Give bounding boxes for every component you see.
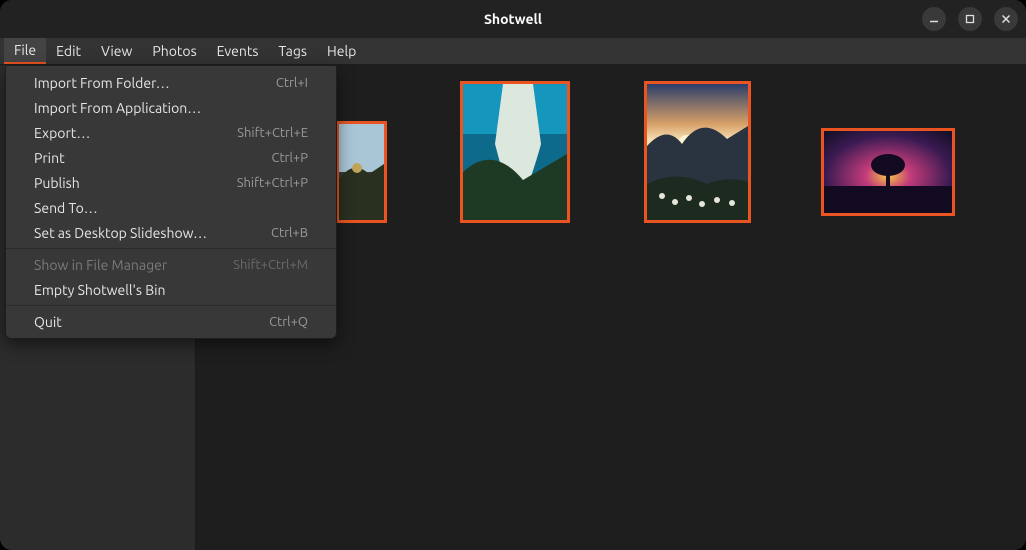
- window-controls: [922, 7, 1018, 31]
- menu-edit[interactable]: Edit: [46, 38, 91, 64]
- menu-item-shortcut: Shift+Ctrl+M: [233, 258, 308, 272]
- menu-set-slideshow[interactable]: Set as Desktop Slideshow… Ctrl+B: [6, 220, 336, 245]
- menu-item-label: Send To…: [34, 200, 98, 216]
- menu-item-label: Import From Folder…: [34, 75, 170, 91]
- menu-import-folder[interactable]: Import From Folder… Ctrl+I: [6, 70, 336, 95]
- maximize-icon: [965, 14, 975, 24]
- menu-empty-bin[interactable]: Empty Shotwell's Bin: [6, 277, 336, 302]
- menu-item-label: Export…: [34, 125, 90, 141]
- menu-import-application[interactable]: Import From Application…: [6, 95, 336, 120]
- menu-item-shortcut: Ctrl+Q: [269, 315, 308, 329]
- menu-item-shortcut: Ctrl+I: [276, 76, 308, 90]
- menu-quit[interactable]: Quit Ctrl+Q: [6, 309, 336, 334]
- photo-thumbnail[interactable]: [460, 81, 570, 223]
- menu-item-label: Print: [34, 150, 65, 166]
- menu-photos[interactable]: Photos: [142, 38, 206, 64]
- menu-send-to[interactable]: Send To…: [6, 195, 336, 220]
- menu-item-label: Publish: [34, 175, 80, 191]
- file-menu-dropdown: Import From Folder… Ctrl+I Import From A…: [5, 65, 337, 339]
- menu-print[interactable]: Print Ctrl+P: [6, 145, 336, 170]
- minimize-button[interactable]: [922, 7, 946, 31]
- menu-events[interactable]: Events: [207, 38, 269, 64]
- menu-item-label: Import From Application…: [34, 100, 201, 116]
- menu-tags[interactable]: Tags: [268, 38, 317, 64]
- minimize-icon: [929, 14, 939, 24]
- menu-separator: [6, 305, 336, 306]
- titlebar: Shotwell: [0, 0, 1026, 38]
- menu-item-label: Quit: [34, 314, 62, 330]
- menu-item-label: Show in File Manager: [34, 257, 167, 273]
- close-icon: [1001, 14, 1011, 24]
- menu-item-label: Set as Desktop Slideshow…: [34, 225, 207, 241]
- menu-file[interactable]: File: [4, 38, 46, 64]
- menu-item-label: Empty Shotwell's Bin: [34, 282, 166, 298]
- photo-thumbnail[interactable]: [644, 81, 751, 223]
- close-button[interactable]: [994, 7, 1018, 31]
- menu-view[interactable]: View: [91, 38, 142, 64]
- menu-item-shortcut: Shift+Ctrl+E: [237, 126, 308, 140]
- menu-publish[interactable]: Publish Shift+Ctrl+P: [6, 170, 336, 195]
- menu-separator: [6, 248, 336, 249]
- menu-item-shortcut: Shift+Ctrl+P: [237, 176, 308, 190]
- main-window: Shotwell File Edit View Photos Events Ta…: [0, 0, 1026, 550]
- photo-thumbnail[interactable]: [821, 128, 955, 216]
- menu-item-shortcut: Ctrl+B: [271, 226, 308, 240]
- menu-help[interactable]: Help: [317, 38, 366, 64]
- menu-show-in-files: Show in File Manager Shift+Ctrl+M: [6, 252, 336, 277]
- menu-export[interactable]: Export… Shift+Ctrl+E: [6, 120, 336, 145]
- maximize-button[interactable]: [958, 7, 982, 31]
- window-title: Shotwell: [484, 11, 542, 27]
- photo-thumbnail[interactable]: [336, 121, 387, 223]
- menubar: File Edit View Photos Events Tags Help: [0, 38, 1026, 65]
- menu-item-shortcut: Ctrl+P: [271, 151, 308, 165]
